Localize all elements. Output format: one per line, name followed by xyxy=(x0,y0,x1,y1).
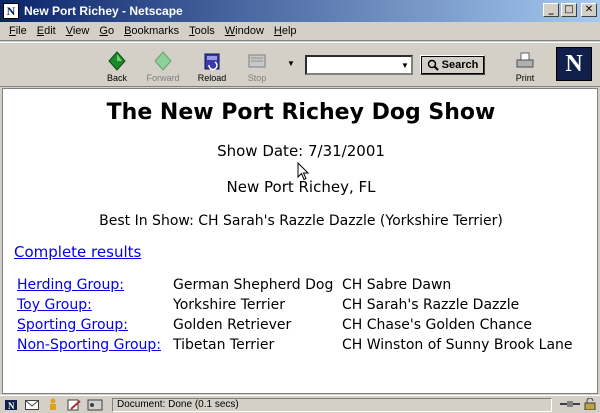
history-dropdown-icon[interactable]: ▼ xyxy=(287,59,295,68)
maximize-button[interactable]: □ xyxy=(561,3,577,17)
menu-edit[interactable]: Edit xyxy=(32,25,61,37)
group-breed: Tibetan Terrier xyxy=(173,337,275,353)
status-indicators xyxy=(559,398,597,410)
netscape-logo[interactable]: N xyxy=(556,47,592,81)
page-title: The New Port Richey Dog Show xyxy=(106,100,496,125)
group-winner: CH Chase's Golden Chance xyxy=(342,317,533,333)
group-winner: CH Sabre Dawn xyxy=(342,277,452,293)
group-winner: CH Sarah's Razzle Dazzle xyxy=(342,297,520,313)
complete-results-link[interactable]: Complete results xyxy=(14,243,141,261)
group-breed: Golden Retriever xyxy=(173,317,292,333)
magnifier-icon xyxy=(427,59,439,71)
menu-bookmarks[interactable]: Bookmarks xyxy=(119,25,184,37)
forward-button[interactable]: Forward xyxy=(140,45,186,83)
search-button[interactable]: Search xyxy=(420,55,485,75)
page-content: The New Port Richey Dog Show Show Date: … xyxy=(2,88,598,394)
menu-file[interactable]: File xyxy=(4,25,32,37)
menu-tools[interactable]: Tools xyxy=(184,25,220,37)
netscape-app-icon: N xyxy=(3,3,19,19)
url-dropdown-icon[interactable]: ▼ xyxy=(399,57,411,73)
forward-arrow-icon xyxy=(154,51,172,71)
mail-icon[interactable] xyxy=(24,398,40,411)
status-text: Document: Done (0.1 secs) xyxy=(112,397,552,412)
menu-go[interactable]: Go xyxy=(94,25,119,37)
composer-icon[interactable] xyxy=(66,398,82,411)
connection-icon xyxy=(560,401,580,407)
instant-messenger-icon[interactable] xyxy=(45,398,61,411)
herding-group-link[interactable]: Herding Group: xyxy=(17,277,124,293)
title-bar[interactable]: N New Port Richey - Netscape _ □ ✕ xyxy=(0,0,600,22)
window-controls: _ □ ✕ xyxy=(543,3,597,17)
close-button[interactable]: ✕ xyxy=(581,3,597,17)
printer-icon xyxy=(516,52,534,68)
navigation-toolbar: Back Forward Reload Stop ▼ ▼ Search Prin… xyxy=(0,42,600,87)
print-button[interactable]: Print xyxy=(505,45,545,83)
stop-icon xyxy=(248,54,266,68)
group-breed: German Shepherd Dog xyxy=(173,277,334,293)
url-input[interactable]: ▼ xyxy=(305,55,413,75)
toy-group-link[interactable]: Toy Group: xyxy=(17,297,92,313)
non-sporting-group-link[interactable]: Non-Sporting Group: xyxy=(17,337,161,353)
window-title: New Port Richey - Netscape xyxy=(24,4,183,18)
reload-icon xyxy=(204,53,220,71)
back-arrow-icon xyxy=(108,51,126,71)
navigator-icon[interactable]: N xyxy=(3,398,19,411)
menu-window[interactable]: Window xyxy=(220,25,269,37)
back-button[interactable]: Back xyxy=(94,45,140,83)
group-winner: CH Winston of Sunny Brook Lane xyxy=(342,337,573,353)
best-in-show: Best In Show: CH Sarah's Razzle Dazzle (… xyxy=(99,213,503,229)
minimize-button[interactable]: _ xyxy=(543,3,559,17)
show-date: Show Date: 7/31/2001 xyxy=(217,142,385,160)
menu-bar: File Edit View Go Bookmarks Tools Window… xyxy=(0,22,600,41)
menu-view[interactable]: View xyxy=(61,25,95,37)
address-book-icon[interactable] xyxy=(87,398,103,411)
sporting-group-link[interactable]: Sporting Group: xyxy=(17,317,128,333)
reload-button[interactable]: Reload xyxy=(189,45,235,83)
security-lock-icon[interactable] xyxy=(583,398,597,410)
menu-help[interactable]: Help xyxy=(269,25,302,37)
status-bar: N Document: Done (0.1 secs) xyxy=(0,395,600,413)
group-breed: Yorkshire Terrier xyxy=(173,297,285,313)
svg-text:N: N xyxy=(8,401,15,411)
mouse-cursor-icon xyxy=(297,162,309,181)
stop-button[interactable]: Stop xyxy=(234,45,280,83)
